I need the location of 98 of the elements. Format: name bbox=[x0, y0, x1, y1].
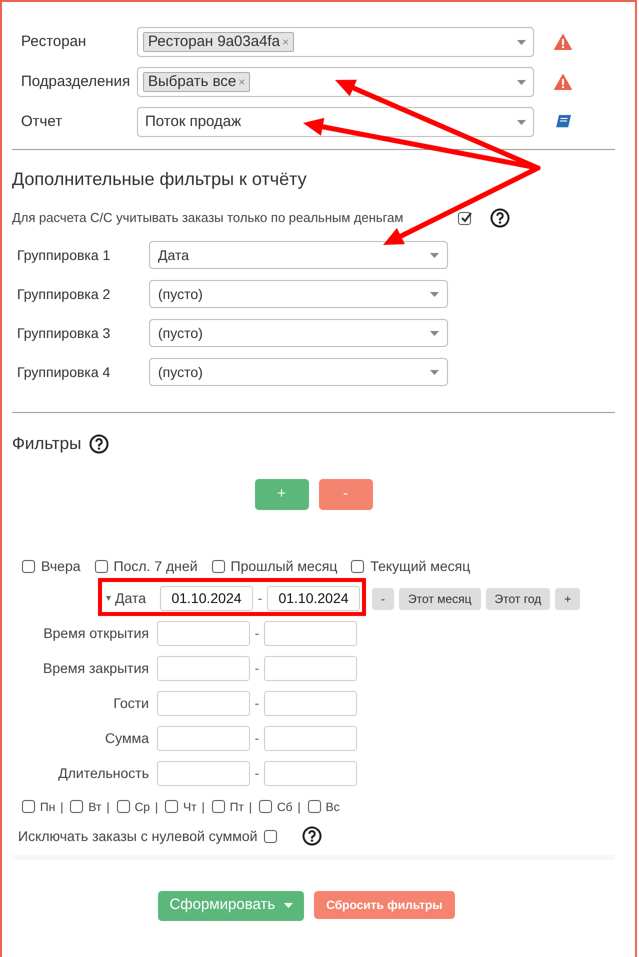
range-input[interactable] bbox=[264, 726, 357, 750]
field-label: Подразделения bbox=[20, 72, 132, 92]
caret-icon bbox=[430, 330, 439, 336]
caret-icon bbox=[517, 120, 526, 124]
field-label: Группировка 4 bbox=[16, 362, 112, 382]
caret-icon bbox=[430, 292, 439, 296]
select-field[interactable]: Поток продаж bbox=[137, 107, 534, 137]
field-label: Группировка 2 bbox=[16, 284, 112, 304]
checkbox-label: Чт bbox=[183, 798, 197, 816]
tag-text: Выбрать все bbox=[148, 72, 236, 92]
range-dash: - bbox=[254, 658, 260, 678]
select-value: (пусто) bbox=[158, 284, 204, 304]
select-field[interactable]: (пусто) bbox=[149, 358, 448, 386]
checkbox[interactable] bbox=[22, 800, 35, 813]
field-label: Отчет bbox=[20, 112, 64, 132]
range-input[interactable] bbox=[157, 620, 250, 646]
select-field[interactable]: Дата bbox=[149, 241, 448, 269]
range-input[interactable] bbox=[264, 690, 357, 716]
field-label: Группировка 3 bbox=[16, 324, 112, 343]
checkbox[interactable] bbox=[165, 800, 178, 813]
checkbox-label: Прошлый месяц bbox=[230, 556, 338, 576]
section-heading: Дополнительные фильтры к отчёту bbox=[11, 168, 307, 191]
select-field[interactable]: (пусто) bbox=[149, 319, 448, 347]
warning-icon bbox=[554, 74, 572, 90]
checkbox-label: Посл. 7 дней bbox=[114, 556, 198, 576]
select-field[interactable]: (пусто) bbox=[149, 280, 448, 308]
select-field[interactable]: Ресторан 9a03a4fa× bbox=[137, 27, 534, 57]
field-label: Время открытия bbox=[43, 624, 149, 643]
checkbox[interactable] bbox=[308, 800, 321, 813]
checkbox[interactable] bbox=[212, 800, 225, 813]
checkbox[interactable] bbox=[22, 560, 35, 572]
caret-icon bbox=[517, 80, 526, 84]
range-dash: - bbox=[256, 589, 264, 608]
field-label: Время закрытия bbox=[43, 658, 149, 678]
select-value: Поток продаж bbox=[144, 112, 242, 132]
separator: | bbox=[60, 798, 64, 816]
caret-icon bbox=[106, 596, 111, 601]
checkbox-label: Вчера bbox=[41, 556, 81, 576]
select-value: Дата bbox=[158, 246, 190, 265]
range-input[interactable] bbox=[157, 656, 250, 680]
field-label: Ресторан bbox=[20, 32, 88, 52]
period-button[interactable]: Этот месяц bbox=[399, 588, 481, 610]
select-value: (пусто) bbox=[158, 362, 204, 382]
range-input[interactable] bbox=[157, 726, 250, 750]
range-input[interactable] bbox=[264, 760, 357, 786]
checkbox-label: Вс bbox=[326, 798, 340, 816]
range-input[interactable] bbox=[157, 760, 250, 786]
range-input[interactable] bbox=[157, 690, 250, 716]
separator: | bbox=[248, 798, 252, 816]
range-dash: - bbox=[254, 728, 260, 748]
range-dash: - bbox=[254, 694, 260, 712]
tag-text: Ресторан 9a03a4fa bbox=[148, 32, 280, 52]
checkbox[interactable] bbox=[351, 560, 364, 572]
field-label: Гости bbox=[113, 694, 149, 712]
help-icon bbox=[89, 434, 110, 454]
checkbox[interactable] bbox=[458, 212, 472, 224]
checkbox-label: Вт bbox=[88, 798, 102, 816]
separator: | bbox=[298, 798, 301, 816]
section-heading: Фильтры bbox=[12, 433, 82, 455]
checkbox-label: Сб bbox=[276, 798, 293, 816]
checkbox-label: Пт bbox=[230, 798, 244, 816]
checkbox[interactable] bbox=[258, 800, 272, 813]
range-dash: - bbox=[254, 624, 260, 642]
caret-icon bbox=[517, 40, 526, 44]
help-icon bbox=[490, 208, 510, 228]
checkbox-label: Текущий месяц bbox=[370, 556, 470, 576]
caret-icon bbox=[430, 252, 439, 258]
checkbox-label: Ср bbox=[134, 798, 150, 816]
field-label: Дата bbox=[115, 589, 148, 608]
checkbox[interactable] bbox=[264, 830, 278, 842]
field-label: Сумма bbox=[105, 728, 149, 748]
help-icon bbox=[302, 826, 322, 846]
range-input[interactable] bbox=[264, 656, 357, 680]
field-label: Длительность bbox=[58, 764, 149, 783]
date-input[interactable]: 01.10.2024 bbox=[267, 586, 360, 611]
checkbox[interactable] bbox=[116, 800, 130, 813]
option-label: Для расчета С/С учитывать заказы только по реальным деньгам bbox=[12, 209, 404, 228]
period-button[interactable]: + bbox=[555, 588, 580, 610]
separator: | bbox=[106, 798, 110, 816]
select-value: (пусто) bbox=[158, 324, 204, 343]
separator: | bbox=[202, 798, 205, 816]
field-label: Группировка 1 bbox=[16, 246, 112, 265]
book-icon bbox=[554, 114, 572, 130]
checkbox[interactable] bbox=[212, 560, 225, 572]
checkbox[interactable] bbox=[70, 800, 84, 813]
period-button[interactable]: - bbox=[372, 588, 394, 610]
date-input[interactable]: 01.10.2024 bbox=[160, 586, 253, 611]
checkbox-label: Пн bbox=[40, 798, 56, 816]
option-label: Исключать заказы с нулевой суммой bbox=[18, 826, 258, 846]
warning-icon bbox=[554, 34, 572, 50]
range-dash: - bbox=[254, 764, 260, 782]
caret-icon bbox=[284, 903, 294, 908]
checkbox[interactable] bbox=[94, 560, 108, 572]
caret-icon bbox=[430, 370, 439, 374]
range-input[interactable] bbox=[264, 620, 357, 646]
select-field[interactable]: Выбрать все× bbox=[137, 67, 534, 97]
period-button[interactable]: Этот год bbox=[486, 588, 550, 610]
separator: | bbox=[154, 798, 158, 816]
